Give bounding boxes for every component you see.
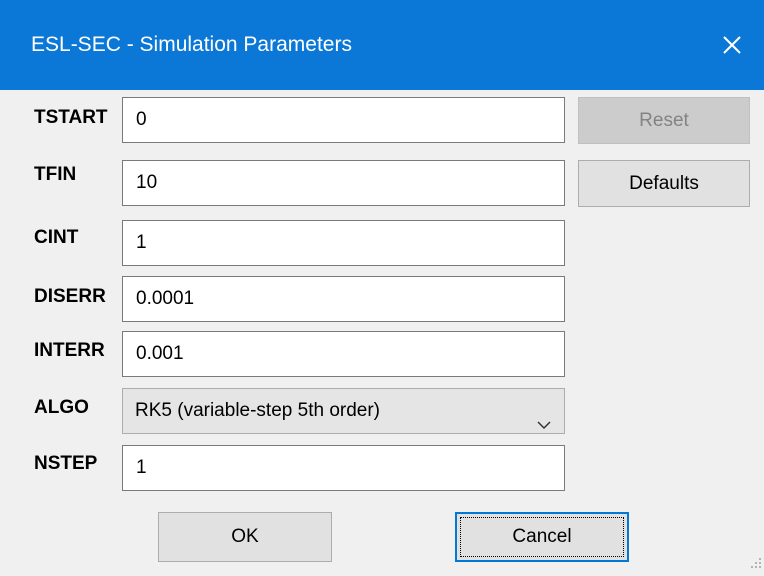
nstep-field[interactable]: 1 [122, 445, 565, 491]
algo-select[interactable]: RK5 (variable-step 5th order) [122, 388, 565, 434]
cancel-button[interactable]: Cancel [455, 512, 629, 562]
tstart-field[interactable]: 0 [122, 97, 565, 143]
ok-button[interactable]: OK [158, 512, 332, 562]
interr-label: INTERR [34, 340, 105, 361]
cint-label: CINT [34, 227, 79, 248]
diserr-label: DISERR [34, 286, 106, 307]
defaults-button-label: Defaults [629, 172, 699, 194]
tstart-label: TSTART [34, 107, 108, 128]
close-icon [722, 35, 742, 55]
reset-button-label: Reset [639, 109, 689, 131]
title-bar[interactable]: ESL-SEC - Simulation Parameters [0, 0, 764, 90]
tfin-field[interactable]: 10 [122, 160, 565, 206]
chevron-down-icon [536, 404, 552, 448]
cancel-button-label: Cancel [512, 526, 572, 547]
nstep-label: NSTEP [34, 453, 98, 474]
diserr-field[interactable]: 0.0001 [122, 276, 565, 322]
cint-field[interactable]: 1 [122, 220, 565, 266]
defaults-button[interactable]: Defaults [578, 160, 750, 207]
algo-selected-value: RK5 (variable-step 5th order) [135, 400, 380, 421]
algo-label: ALGO [34, 397, 89, 418]
reset-button[interactable]: Reset [578, 97, 750, 144]
close-button[interactable] [700, 0, 764, 90]
resize-grip-icon[interactable] [748, 555, 762, 574]
tfin-label: TFIN [34, 164, 77, 185]
interr-field[interactable]: 0.001 [122, 331, 565, 377]
window-title: ESL-SEC - Simulation Parameters [31, 33, 352, 56]
ok-button-label: OK [231, 526, 259, 547]
